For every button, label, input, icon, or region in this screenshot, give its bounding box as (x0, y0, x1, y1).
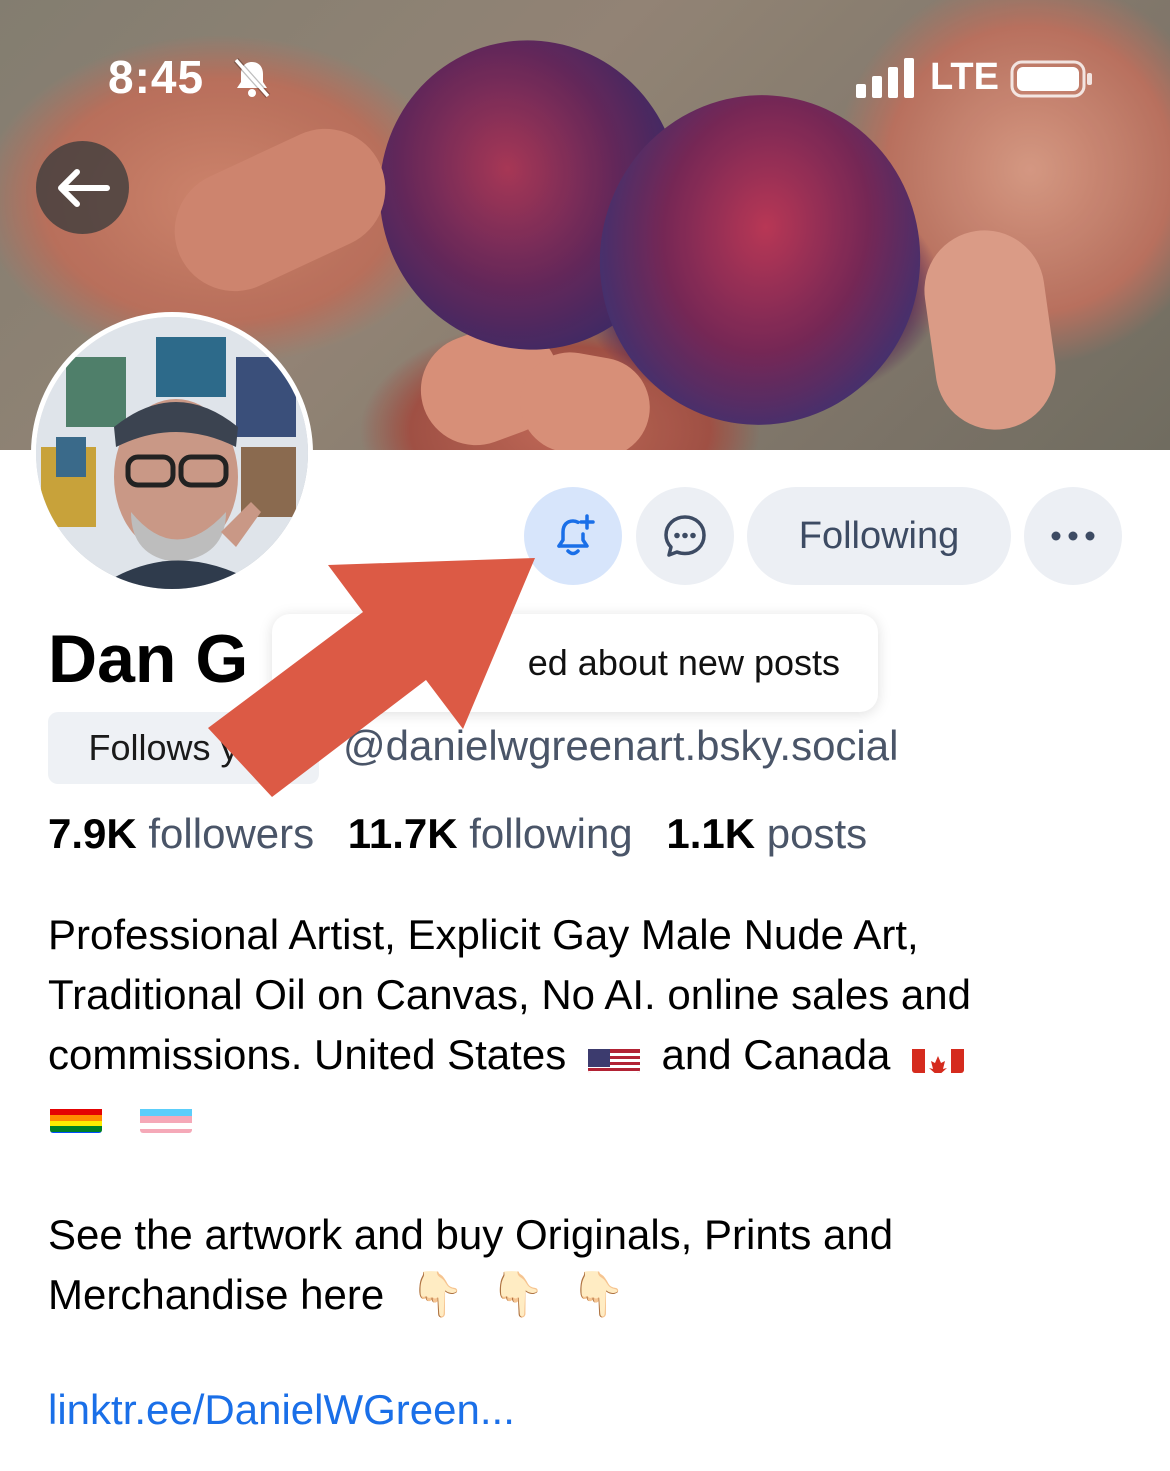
posts-count: 1.1K (666, 810, 756, 857)
canada-flag-icon (912, 1039, 965, 1073)
pointing-down-emoji: 👇🏻 (570, 1270, 626, 1319)
message-button[interactable] (636, 487, 734, 585)
arrow-left-icon (57, 168, 110, 207)
following-stat[interactable]: 11.7K following (348, 810, 667, 857)
notify-tooltip: ed about new posts (272, 614, 878, 712)
bio-line: Merchandise here 👇🏻 👇🏻 👇🏻 (48, 1265, 1128, 1325)
tooltip-text: ed about new posts (527, 642, 840, 683)
pointing-down-emoji: 👇🏻 (490, 1270, 546, 1319)
more-options-button[interactable] (1024, 487, 1122, 585)
transgender-flag-icon (139, 1099, 192, 1133)
bio-line: Traditional Oil on Canvas, No AI. online… (48, 971, 971, 1018)
status-time: 8:45 (108, 51, 205, 103)
following-button[interactable]: Following (747, 487, 1011, 585)
chat-bubble-icon (664, 515, 706, 557)
rainbow-flag-icon (50, 1099, 102, 1133)
tooltip-caret (553, 596, 593, 616)
following-label: following (469, 810, 633, 857)
network-label: LTE (930, 56, 999, 98)
bell-plus-icon (557, 514, 595, 556)
followers-count: 7.9K (48, 810, 137, 857)
profile-bio: Professional Artist, Explicit Gay Male N… (48, 905, 1128, 1325)
posts-stat: 1.1K posts (666, 810, 889, 857)
bell-slash-icon (233, 58, 271, 98)
bio-line: commissions. United States and Canada (48, 1025, 1128, 1085)
bio-line (48, 1085, 1128, 1145)
notify-button[interactable] (524, 487, 622, 585)
battery-icon (1010, 60, 1092, 98)
display-name: Dan G (48, 621, 249, 697)
profile-link[interactable]: linktr.ee/DanielWGreen... (48, 1386, 515, 1434)
back-button[interactable] (36, 141, 129, 234)
avatar[interactable] (31, 312, 313, 594)
bio-line: See the artwork and buy Originals, Print… (48, 1211, 894, 1258)
follows-you-label: Follows you (88, 727, 279, 768)
posts-label: posts (766, 810, 868, 857)
bio-line: Professional Artist, Explicit Gay Male N… (48, 911, 919, 958)
pointing-down-emoji: 👇🏻 (409, 1270, 465, 1319)
avatar-photo (36, 317, 308, 589)
followers-stat[interactable]: 7.9K followers (48, 810, 348, 857)
ellipsis-icon (1051, 531, 1095, 541)
us-flag-icon (587, 1039, 640, 1073)
signal-icon (856, 58, 914, 98)
follows-you-badge: Follows you (48, 712, 319, 784)
following-count: 11.7K (347, 810, 458, 857)
profile-stats: 7.9K followers 11.7K following 1.1K post… (48, 810, 889, 858)
followers-label: followers (148, 810, 315, 857)
profile-handle: @danielwgreenart.bsky.social (343, 722, 899, 769)
